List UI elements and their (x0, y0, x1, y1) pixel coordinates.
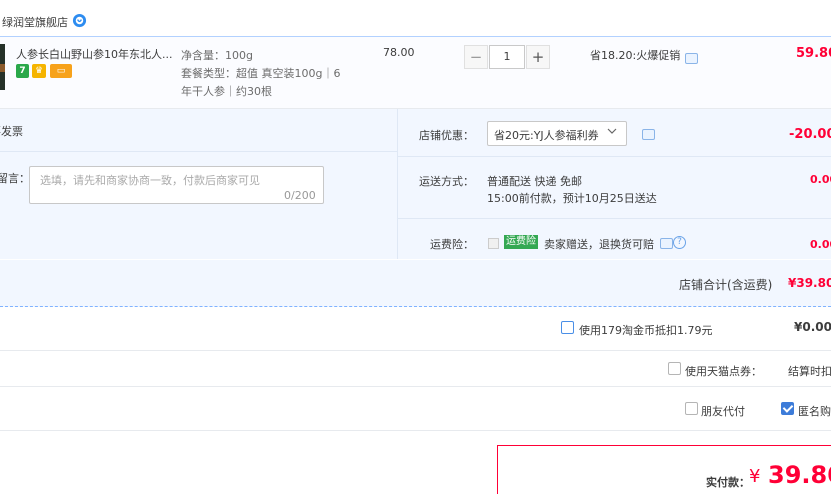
insurance-label: 运费险： (430, 238, 474, 251)
quantity-stepper: − 1 + (464, 45, 550, 69)
sku-line: 年干人参｜约30根 (181, 85, 272, 98)
anonymous-checkbox[interactable] (781, 402, 794, 415)
item-title[interactable]: 人参长白山野山参10年东北人... (16, 46, 173, 62)
divider (0, 430, 831, 431)
quantity-input[interactable]: 1 (489, 45, 525, 69)
payment-label: 实付款： (706, 476, 750, 489)
invoice-link[interactable]: 要发票 (0, 123, 23, 139)
sku-line: 套餐类型：超值 真空装100g｜6 (181, 67, 341, 80)
shop-name[interactable]: 绿润堂旗舰店 (2, 14, 68, 30)
payment-currency: ¥ (749, 466, 761, 487)
shop-total-label: 店铺合计(含运费) (679, 278, 773, 292)
item-thumbnail[interactable] (0, 44, 5, 90)
tmall-points-value: 结算时扣 (788, 365, 831, 378)
friend-pay-label: 朋友代付 (701, 405, 745, 418)
wangwang-chat-icon[interactable] (72, 13, 87, 28)
promotion-chat-icon[interactable] (685, 53, 698, 64)
tmall-points-label: 使用天猫点券： (685, 365, 762, 378)
promotion-text: 省18.20:火爆促销 (590, 49, 681, 62)
sku-line: 净含量：100g (181, 49, 253, 62)
taojinbi-value: ¥0.00 (794, 320, 831, 334)
item-promotion: 省18.20:火爆促销 (590, 47, 680, 63)
taojinbi-checkbox[interactable] (561, 321, 574, 334)
item-unit-price: 78.00 (383, 46, 415, 59)
help-icon[interactable]: ? (673, 236, 686, 249)
divider (398, 218, 831, 219)
message-char-count: 0/200 (284, 189, 316, 202)
shipping-method: 普通配送 快递 免邮 (487, 175, 582, 188)
quantity-minus-button[interactable]: − (464, 45, 488, 69)
guarantee-badge-icon: ♛ (32, 64, 46, 78)
insurance-value: 0.00 (810, 238, 831, 251)
shop-total-value: ¥39.80 (788, 276, 831, 290)
insurance-tag: 运费险 (504, 235, 538, 249)
insurance-checkbox (488, 238, 499, 249)
shop-header (0, 0, 831, 37)
seller-message-placeholder: 选填，请先和商家协商一致，付款后商家可见 (40, 174, 260, 187)
item-subtotal: 59.80 (796, 46, 831, 61)
item-sku-info: 净含量：100g 套餐类型：超值 真空装100g｜6 年干人参｜约30根 (181, 47, 351, 101)
shop-coupon-value: -20.00 (789, 127, 831, 142)
tmall-points-checkbox[interactable] (668, 362, 681, 375)
message-label: 给卖家留言： (0, 172, 30, 185)
taojinbi-label: 使用179淘金币抵扣1.79元 (579, 324, 713, 337)
anonymous-label: 匿名购买 (798, 405, 831, 418)
divider (0, 350, 831, 351)
quantity-plus-button[interactable]: + (526, 45, 550, 69)
seven-day-return-badge: 7 (16, 64, 29, 78)
credit-card-badge-icon: ▭ (50, 64, 72, 78)
insurance-chat-icon[interactable] (660, 238, 673, 249)
shop-coupon-label: 店铺优惠： (419, 129, 474, 142)
divider (0, 386, 831, 387)
friend-pay-checkbox[interactable] (685, 402, 698, 415)
payment-total: 39.80 (768, 461, 831, 489)
shipping-eta: 15:00前付款，预计10月25日送达 (487, 192, 657, 205)
divider (0, 151, 397, 152)
coupon-chat-icon[interactable] (642, 129, 655, 140)
shipping-value: 0.00 (810, 173, 831, 186)
divider (398, 156, 831, 157)
shipping-label: 运送方式： (419, 175, 474, 188)
chevron-down-icon (607, 128, 617, 134)
insurance-text: 卖家赠送，退换货可赔 (544, 238, 654, 251)
shop-coupon-selected: 省20元:YJ人参福利券 (494, 129, 599, 142)
